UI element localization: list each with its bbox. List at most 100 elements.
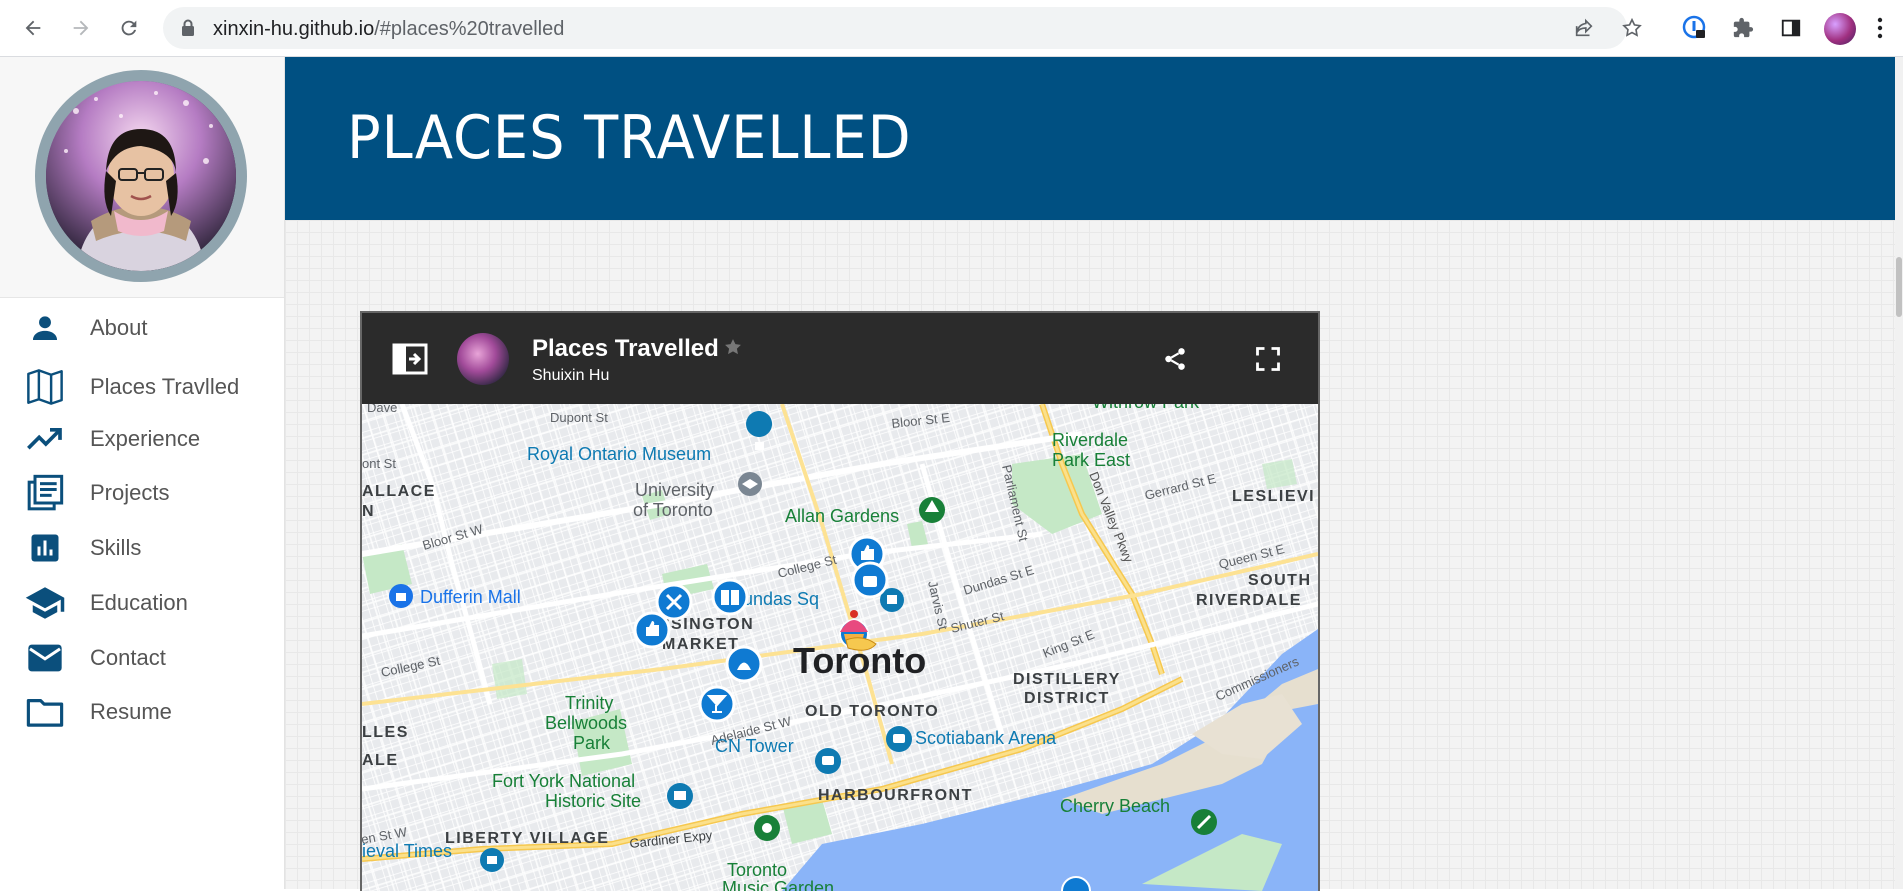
map-title: Places Travelled [532,335,719,362]
map-label-toronto-music-2: Music Garden [722,878,834,891]
map-marker-dufferin[interactable] [389,584,413,608]
profile-photo-image [46,81,236,271]
map-label-trinity-3: Park [573,733,611,753]
page-title: PLACES TRAVELLED [347,103,912,173]
map-canvas[interactable]: Dupont St Dave Bloor St E Parliament St … [362,404,1318,891]
map-label-uoft-2: of Toronto [633,500,713,520]
map-label-wallace-1: ALLACE [362,483,436,500]
map-label-trinity-1: Trinity [565,693,613,713]
page-header: PLACES TRAVELLED [285,57,1895,220]
mail-icon [24,637,66,679]
map-label-south-riverdale-1: SOUTH [1248,572,1312,589]
bookmark-star-icon[interactable] [1620,16,1644,40]
map-label-withrow: Withrow Park [1092,404,1200,412]
map-marker-uoft[interactable] [738,472,762,496]
address-bar[interactable]: xinxin-hu.github.io/#places%20travelled [163,7,1642,49]
profile-photo-area [0,57,284,298]
person-icon [24,307,66,349]
my-places-marker-like-2[interactable] [633,611,671,649]
embedded-map[interactable]: Places Travelled Shuixin Hu Dupont St Da… [360,311,1320,891]
map-label-old-toronto: OLD TORONTO [805,703,939,720]
map-label-scotiabank: Scotiabank Arena [915,728,1057,748]
fullscreen-icon[interactable] [1253,345,1283,378]
back-button[interactable] [15,10,51,46]
map-label-davenport: Dave [367,404,397,415]
map-label-wallace-2: N [362,503,375,520]
sidebar-item-projects[interactable]: Projects [0,467,284,519]
profile-avatar-icon[interactable] [1824,13,1856,45]
map-label-leslieville: LESLIEVI [1232,488,1315,505]
password-manager-extension-icon[interactable] [1679,12,1711,44]
map-owner-avatar [457,333,509,385]
sidebar-item-education[interactable]: Education [0,577,284,629]
sidebar-item-skills[interactable]: Skills [0,522,284,574]
map-marker-allan[interactable] [919,497,945,523]
map-legend-toggle-icon[interactable] [392,343,428,380]
map-label-toronto-music-1: Toronto [727,860,787,880]
scrollbar-thumb[interactable] [1896,257,1902,317]
map-label-trinity-2: Bellwoods [545,713,627,733]
star-icon[interactable] [723,337,743,362]
sidebar-item-experience[interactable]: Experience [0,413,284,465]
map-label-allan-gardens: Allan Gardens [785,506,899,526]
my-places-marker-bar[interactable] [698,685,736,723]
map-label-kensington-2: MARKET [662,636,739,653]
url-text: xinxin-hu.github.io/#places%20travelled [213,18,564,41]
sidebar-item-label: Resume [90,699,172,724]
article-icon [24,472,66,514]
sidebar-item-label: Projects [90,480,170,505]
sidebar-item-label: Education [90,590,188,615]
sidebar-item-contact[interactable]: Contact [0,632,284,684]
map-label-ont-st: ont St [362,456,396,471]
map-label-south-riverdale-2: RIVERDALE [1196,592,1302,609]
map-label-riverdale: Riverdale [1052,430,1128,450]
my-places-marker-book[interactable] [711,578,749,616]
sidebar-item-resume[interactable]: Resume [0,686,284,738]
map-marker-medieval[interactable] [480,848,504,872]
sidebar-item-label: Experience [90,426,201,451]
reload-button[interactable] [111,10,147,46]
map-label-rom: Royal Ontario Museum [527,444,711,464]
reload-icon [121,20,137,36]
map-label-cn-tower: CN Tower [715,736,794,756]
sidebar-item-label: Skills [90,535,142,560]
extensions-puzzle-icon[interactable] [1727,12,1759,44]
map-label-cherry-beach: Cherry Beach [1060,796,1170,816]
map-marker-cn-tower[interactable] [815,748,841,774]
my-places-marker-attraction[interactable] [725,645,763,683]
sidebar-item-about[interactable]: About [0,302,284,354]
bar-chart-icon [24,527,66,569]
url-path: /#places%20travelled [374,18,565,40]
my-places-marker-restaurant[interactable] [655,583,693,621]
url-host: xinxin-hu.github.io [213,18,375,40]
map-label-dufferin: Dufferin Mall [420,587,521,607]
map-marker-music-garden[interactable] [754,815,780,841]
side-panel-icon[interactable] [1775,12,1807,44]
trending-up-icon [24,418,66,460]
share-page-icon[interactable] [1572,16,1596,40]
map-author: Shuixin Hu [532,367,610,384]
map-label-fort-york-1: Fort York National [492,771,635,791]
forward-arrow-icon [73,20,89,36]
map-marker-scotiabank[interactable] [886,726,912,752]
forward-button[interactable] [63,10,99,46]
map-marker-fort-york[interactable] [667,783,693,809]
share-icon[interactable] [1162,345,1188,378]
map-label-liberty-village: LIBERTY VILLAGE [445,830,609,847]
map-label-dupont: Dupont St [550,410,608,425]
map-label-fort-york-2: Historic Site [545,791,641,811]
map-label-distillery-1: DISTILLERY [1013,671,1121,688]
sidebar-item-label: Places Travlled [90,374,240,399]
browser-menu-icon[interactable] [1868,12,1892,44]
map-marker-cherry-beach[interactable] [1191,809,1217,835]
map-label-medieval-times: ieval Times [362,841,452,861]
my-places-marker-shop[interactable] [851,561,889,599]
map-label-lles: LLES [362,724,409,741]
map-label-distillery-2: DISTRICT [1024,690,1110,707]
page-scrollbar[interactable] [1895,57,1903,889]
sidebar-item-label: Contact [90,645,166,670]
browser-toolbar: xinxin-hu.github.io/#places%20travelled [0,0,1903,57]
map-label-uoft-1: University [635,480,714,500]
folder-icon [24,691,66,733]
sidebar-item-places-travelled[interactable]: Places Travlled [0,361,284,413]
